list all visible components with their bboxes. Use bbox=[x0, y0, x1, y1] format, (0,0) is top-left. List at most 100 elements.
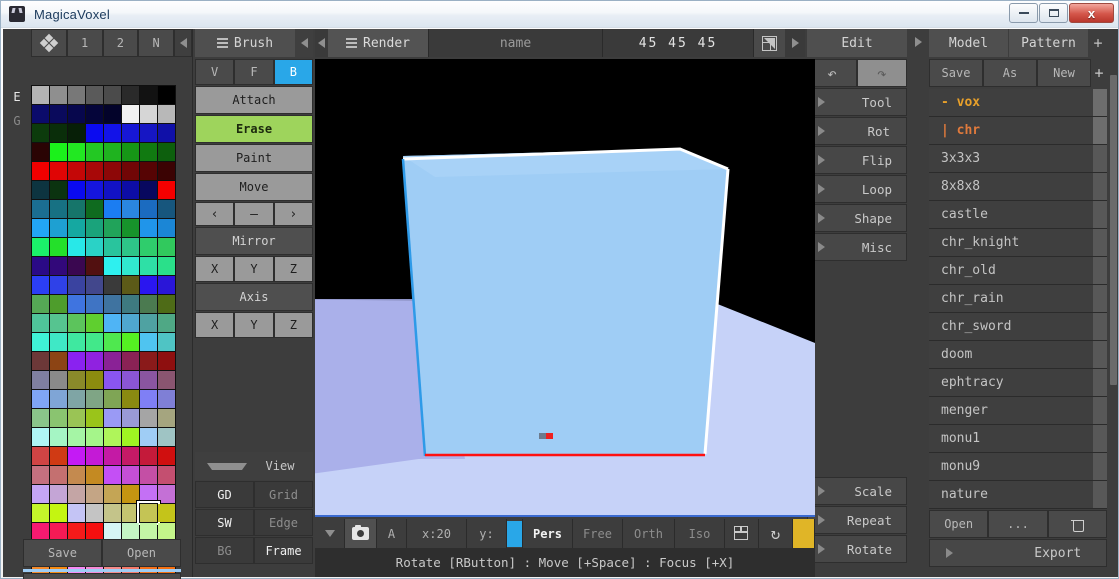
palette-swatch[interactable] bbox=[140, 219, 157, 237]
layout-button[interactable] bbox=[725, 519, 759, 548]
palette-swatch[interactable] bbox=[50, 276, 67, 294]
palette-swatch[interactable] bbox=[50, 447, 67, 465]
palette-swatch[interactable] bbox=[104, 428, 121, 446]
palette-swatch[interactable] bbox=[122, 504, 139, 522]
palette-swatch[interactable] bbox=[86, 485, 103, 503]
palette-swatch[interactable] bbox=[158, 162, 175, 180]
palette-swatch[interactable] bbox=[140, 238, 157, 256]
view-section-toggle[interactable]: View bbox=[195, 452, 313, 480]
brush-title[interactable]: Brush bbox=[195, 29, 295, 57]
palette-swatch[interactable] bbox=[86, 333, 103, 351]
palette-swatch[interactable] bbox=[140, 257, 157, 275]
palette-swatch[interactable] bbox=[32, 428, 49, 446]
palette-swatch[interactable] bbox=[140, 409, 157, 427]
palette-swatch[interactable] bbox=[122, 257, 139, 275]
voxel-viewport-canvas[interactable] bbox=[315, 59, 815, 517]
palette-swatch[interactable] bbox=[68, 276, 85, 294]
palette-swatch[interactable] bbox=[50, 162, 67, 180]
model-list-item-handle[interactable] bbox=[1093, 145, 1107, 172]
palette-swatch[interactable] bbox=[158, 238, 175, 256]
projection-iso[interactable]: Iso bbox=[675, 519, 725, 548]
view-sw-button[interactable]: SW bbox=[195, 509, 254, 536]
palette-swatch[interactable] bbox=[50, 143, 67, 161]
palette-swatch[interactable] bbox=[140, 143, 157, 161]
palette-swatch[interactable] bbox=[86, 295, 103, 313]
palette-swatch[interactable] bbox=[68, 371, 85, 389]
palette-swatch[interactable] bbox=[104, 409, 121, 427]
palette-swatch[interactable] bbox=[104, 314, 121, 332]
palette-swatch[interactable] bbox=[122, 485, 139, 503]
palette-swatch[interactable] bbox=[122, 333, 139, 351]
palette-swatch[interactable] bbox=[50, 504, 67, 522]
model-list-item-handle[interactable] bbox=[1093, 89, 1107, 116]
palette-swatch[interactable] bbox=[86, 409, 103, 427]
brush-mode-b[interactable]: B bbox=[273, 59, 313, 85]
palette-swatch[interactable] bbox=[104, 447, 121, 465]
edit-group-rot[interactable]: Rot bbox=[807, 117, 907, 145]
palette-swatch[interactable] bbox=[86, 447, 103, 465]
palette-swatch[interactable] bbox=[32, 390, 49, 408]
palette-swatch[interactable] bbox=[68, 86, 85, 104]
model-list-item[interactable]: monu9 bbox=[929, 453, 1107, 481]
palette-swatch[interactable] bbox=[104, 276, 121, 294]
model-list-item[interactable]: monu1 bbox=[929, 425, 1107, 453]
palette-swatch[interactable] bbox=[68, 390, 85, 408]
palette-swatch[interactable] bbox=[32, 371, 49, 389]
view-grid-button[interactable]: Grid bbox=[254, 481, 313, 508]
palette-swatch[interactable] bbox=[140, 86, 157, 104]
model-list-item-handle[interactable] bbox=[1093, 369, 1107, 396]
edit-group-tool[interactable]: Tool bbox=[807, 88, 907, 116]
palette-swatch[interactable] bbox=[122, 314, 139, 332]
palette-swatch[interactable] bbox=[32, 333, 49, 351]
render-expand-left-button[interactable] bbox=[315, 29, 328, 57]
palette-swatch[interactable] bbox=[68, 314, 85, 332]
palette-swatch[interactable] bbox=[104, 466, 121, 484]
palette-swatch[interactable] bbox=[32, 409, 49, 427]
edit-group-repeat[interactable]: Repeat bbox=[807, 506, 907, 534]
model-list-item-handle[interactable] bbox=[1093, 425, 1107, 452]
palette-swatch[interactable] bbox=[104, 238, 121, 256]
palette-swatch[interactable] bbox=[140, 390, 157, 408]
reset-view-button[interactable]: ↻ bbox=[759, 519, 793, 548]
palette-swatch[interactable] bbox=[122, 162, 139, 180]
palette-swatch[interactable] bbox=[32, 276, 49, 294]
palette-swatch[interactable] bbox=[32, 143, 49, 161]
palette-swatch[interactable] bbox=[122, 105, 139, 123]
tab-pattern[interactable]: Pattern bbox=[1009, 29, 1088, 57]
model-new-button[interactable]: New bbox=[1037, 59, 1091, 87]
palette-swatch[interactable] bbox=[140, 200, 157, 218]
active-color-swatch[interactable] bbox=[507, 519, 523, 548]
bounding-box-button[interactable] bbox=[753, 29, 785, 57]
palette-swatch[interactable] bbox=[104, 143, 121, 161]
model-list-item-handle[interactable] bbox=[1093, 117, 1107, 144]
palette-swatch[interactable] bbox=[122, 238, 139, 256]
palette-swatch[interactable] bbox=[50, 409, 67, 427]
palette-swatch[interactable] bbox=[86, 352, 103, 370]
palette-swatch[interactable] bbox=[32, 466, 49, 484]
palette-swatch[interactable] bbox=[86, 105, 103, 123]
palette-swatch[interactable] bbox=[158, 219, 175, 237]
model-list-item-handle[interactable] bbox=[1093, 481, 1107, 508]
palette-n-button[interactable]: N bbox=[138, 29, 174, 57]
palette-swatch[interactable] bbox=[122, 219, 139, 237]
palette-swatch[interactable] bbox=[158, 295, 175, 313]
palette-swatch[interactable] bbox=[50, 485, 67, 503]
brush-mode-f[interactable]: F bbox=[234, 59, 274, 85]
color-diamond-button[interactable] bbox=[31, 29, 67, 57]
palette-swatch[interactable] bbox=[104, 86, 121, 104]
model-list-item[interactable]: menger bbox=[929, 397, 1107, 425]
palette-swatch[interactable] bbox=[158, 409, 175, 427]
palette-swatch[interactable] bbox=[32, 124, 49, 142]
model-list-item[interactable]: | chr bbox=[929, 117, 1107, 145]
prev-brush-button[interactable]: ‹ bbox=[195, 202, 235, 226]
palette-swatch[interactable] bbox=[122, 86, 139, 104]
palette-swatch[interactable] bbox=[50, 390, 67, 408]
axis-toggle-button[interactable]: A bbox=[377, 519, 407, 548]
palette-swatch[interactable] bbox=[104, 219, 121, 237]
palette-swatch[interactable] bbox=[122, 295, 139, 313]
palette-swatch[interactable] bbox=[140, 333, 157, 351]
palette-swatch[interactable] bbox=[32, 314, 49, 332]
palette-swatch[interactable] bbox=[158, 86, 175, 104]
palette-swatch[interactable] bbox=[86, 162, 103, 180]
view-bg-button[interactable]: BG bbox=[195, 537, 254, 564]
